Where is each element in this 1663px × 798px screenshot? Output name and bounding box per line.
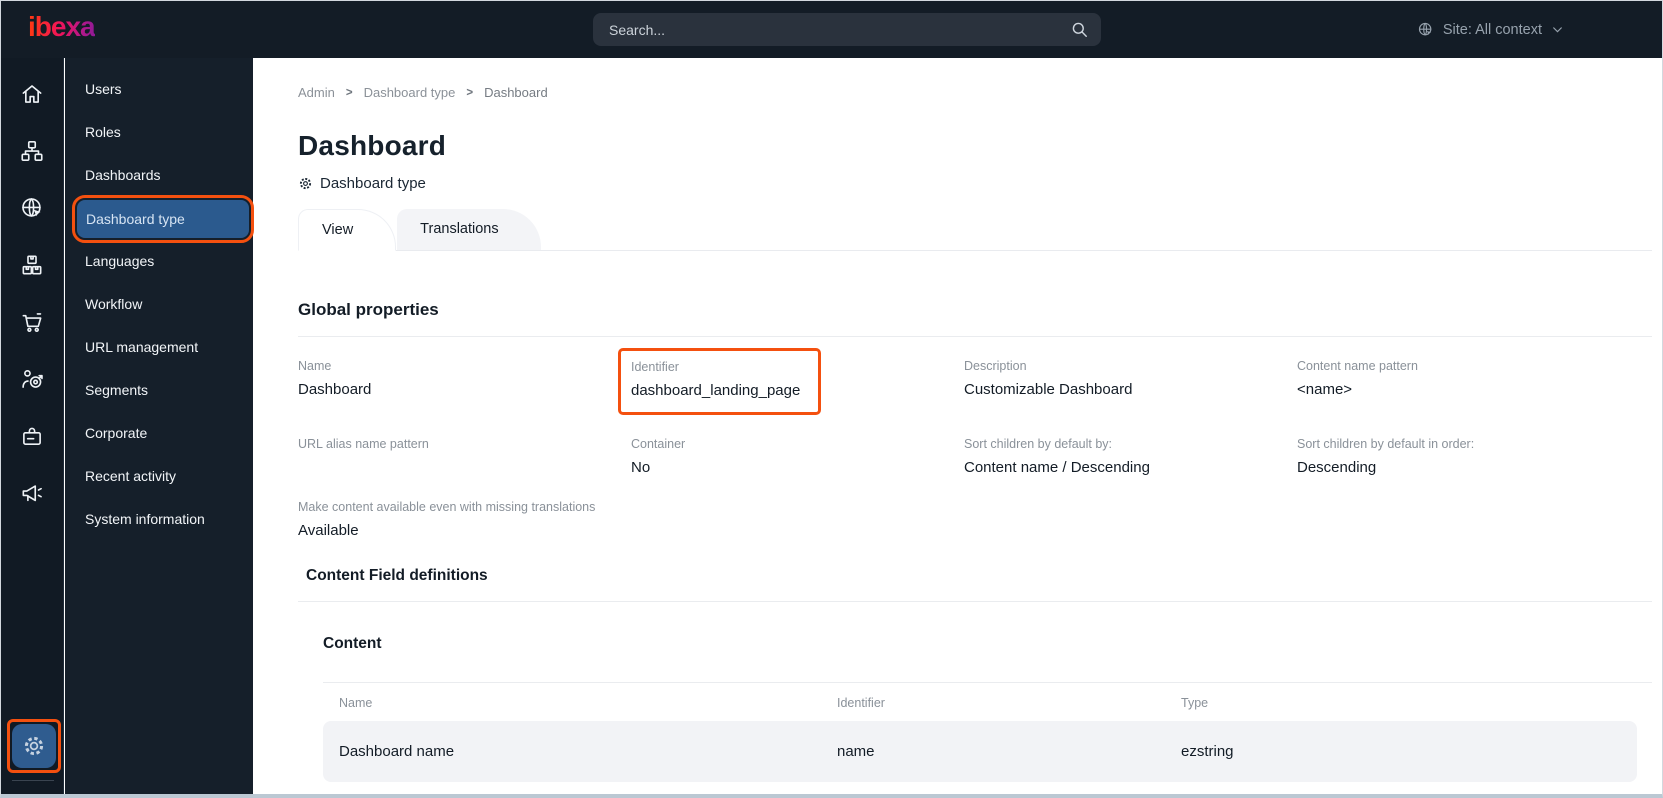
personalization-target-icon[interactable] bbox=[19, 365, 46, 392]
field-availability: Make content available even with missing… bbox=[298, 500, 596, 539]
sidebar-item-recent-activity[interactable]: Recent activity bbox=[65, 455, 253, 498]
identifier-highlight-box: Identifier dashboard_landing_page bbox=[618, 348, 822, 415]
breadcrumb-separator: > bbox=[345, 86, 353, 99]
global-properties-grid: Name Dashboard Identifier dashboard_land… bbox=[298, 337, 1652, 541]
admin-sidebar: Users Roles Dashboards Dashboard type La… bbox=[65, 58, 254, 794]
field-description: Description Customizable Dashboard bbox=[964, 359, 1133, 398]
sidebar-item-url-management[interactable]: URL management bbox=[65, 326, 253, 369]
gear-icon bbox=[21, 733, 47, 759]
breadcrumb-separator: > bbox=[466, 86, 474, 99]
content-type-subtitle: Dashboard type bbox=[298, 175, 1652, 192]
divider bbox=[298, 601, 1652, 602]
main-nav-rail bbox=[1, 58, 64, 794]
field-sort-children-by: Sort children by default by: Content nam… bbox=[964, 437, 1150, 476]
sidebar-item-dashboards[interactable]: Dashboards bbox=[65, 154, 253, 197]
tab-translations[interactable]: Translations bbox=[397, 209, 541, 251]
globe-icon bbox=[1417, 21, 1434, 38]
field-sort-children-order: Sort children by default in order: Desce… bbox=[1297, 437, 1475, 476]
field-definitions-table: Name Identifier Type Dashboard name name… bbox=[323, 683, 1637, 782]
admin-settings-button[interactable] bbox=[12, 724, 56, 768]
chevron-down-icon bbox=[1551, 23, 1564, 36]
sidebar-item-roles[interactable]: Roles bbox=[65, 111, 253, 154]
field-container: Container No bbox=[631, 437, 686, 476]
product-catalog-icon[interactable] bbox=[19, 251, 46, 278]
site-selector-label: Site: All context bbox=[1442, 21, 1542, 38]
content-field-definitions-heading: Content Field definitions bbox=[306, 567, 488, 584]
global-properties-heading: Global properties bbox=[298, 300, 439, 319]
content-tree-icon[interactable] bbox=[19, 137, 46, 164]
search-input[interactable] bbox=[609, 21, 1070, 38]
field-name: Name Dashboard bbox=[298, 359, 372, 398]
column-header-type: Type bbox=[1181, 696, 1209, 710]
ibexa-logo[interactable]: ibexa bbox=[28, 11, 96, 43]
column-header-identifier: Identifier bbox=[837, 696, 885, 710]
app-window: ibexa Site: All context bbox=[0, 0, 1663, 798]
breadcrumb-current: Dashboard bbox=[484, 85, 548, 100]
settings-highlight-box bbox=[7, 719, 61, 773]
cell-field-identifier: name bbox=[837, 743, 875, 760]
site-context-selector[interactable]: Site: All context bbox=[1417, 1, 1564, 58]
content-type-label: Dashboard type bbox=[320, 175, 426, 192]
sidebar-item-users[interactable]: Users bbox=[65, 68, 253, 111]
home-icon[interactable] bbox=[19, 80, 46, 107]
marketing-megaphone-icon[interactable] bbox=[19, 479, 46, 506]
rail-divider bbox=[12, 780, 54, 781]
table-row: Dashboard name name ezstring bbox=[323, 721, 1637, 782]
field-url-alias-name-pattern: URL alias name pattern bbox=[298, 437, 429, 451]
content-type-icon bbox=[298, 176, 313, 191]
top-bar: ibexa Site: All context bbox=[1, 1, 1662, 58]
breadcrumb-admin[interactable]: Admin bbox=[298, 85, 335, 100]
tab-bar: View Translations bbox=[298, 209, 1652, 251]
cell-field-name: Dashboard name bbox=[339, 743, 455, 760]
sidebar-item-languages[interactable]: Languages bbox=[65, 240, 253, 283]
table-header-row: Name Identifier Type bbox=[323, 683, 1637, 710]
tab-view[interactable]: View bbox=[298, 209, 397, 251]
sidebar-item-workflow[interactable]: Workflow bbox=[65, 283, 253, 326]
view-tab-panel: Global properties Name Dashboard Identif… bbox=[298, 251, 1652, 782]
global-search bbox=[593, 13, 1101, 46]
sidebar-item-segments[interactable]: Segments bbox=[65, 369, 253, 412]
site-globe-icon[interactable] bbox=[19, 194, 46, 221]
main-content: Admin > Dashboard type > Dashboard Dashb… bbox=[253, 58, 1662, 794]
sidebar-item-corporate[interactable]: Corporate bbox=[65, 412, 253, 455]
sidebar-item-dashboard-type[interactable]: Dashboard type bbox=[72, 194, 254, 243]
content-group-heading: Content bbox=[323, 635, 382, 652]
search-icon[interactable] bbox=[1070, 20, 1089, 39]
corporate-badge-icon[interactable] bbox=[19, 422, 46, 449]
breadcrumb: Admin > Dashboard type > Dashboard bbox=[298, 58, 1652, 100]
column-header-name: Name bbox=[339, 696, 373, 710]
field-identifier: Identifier dashboard_landing_page bbox=[618, 337, 964, 415]
sidebar-item-system-information[interactable]: System information bbox=[65, 498, 253, 541]
cell-field-type: ezstring bbox=[1181, 743, 1234, 760]
field-content-name-pattern: Content name pattern <name> bbox=[1297, 359, 1418, 398]
commerce-cart-icon[interactable] bbox=[19, 308, 46, 335]
breadcrumb-dashboard-type[interactable]: Dashboard type bbox=[364, 85, 456, 100]
page-title: Dashboard bbox=[298, 130, 447, 161]
